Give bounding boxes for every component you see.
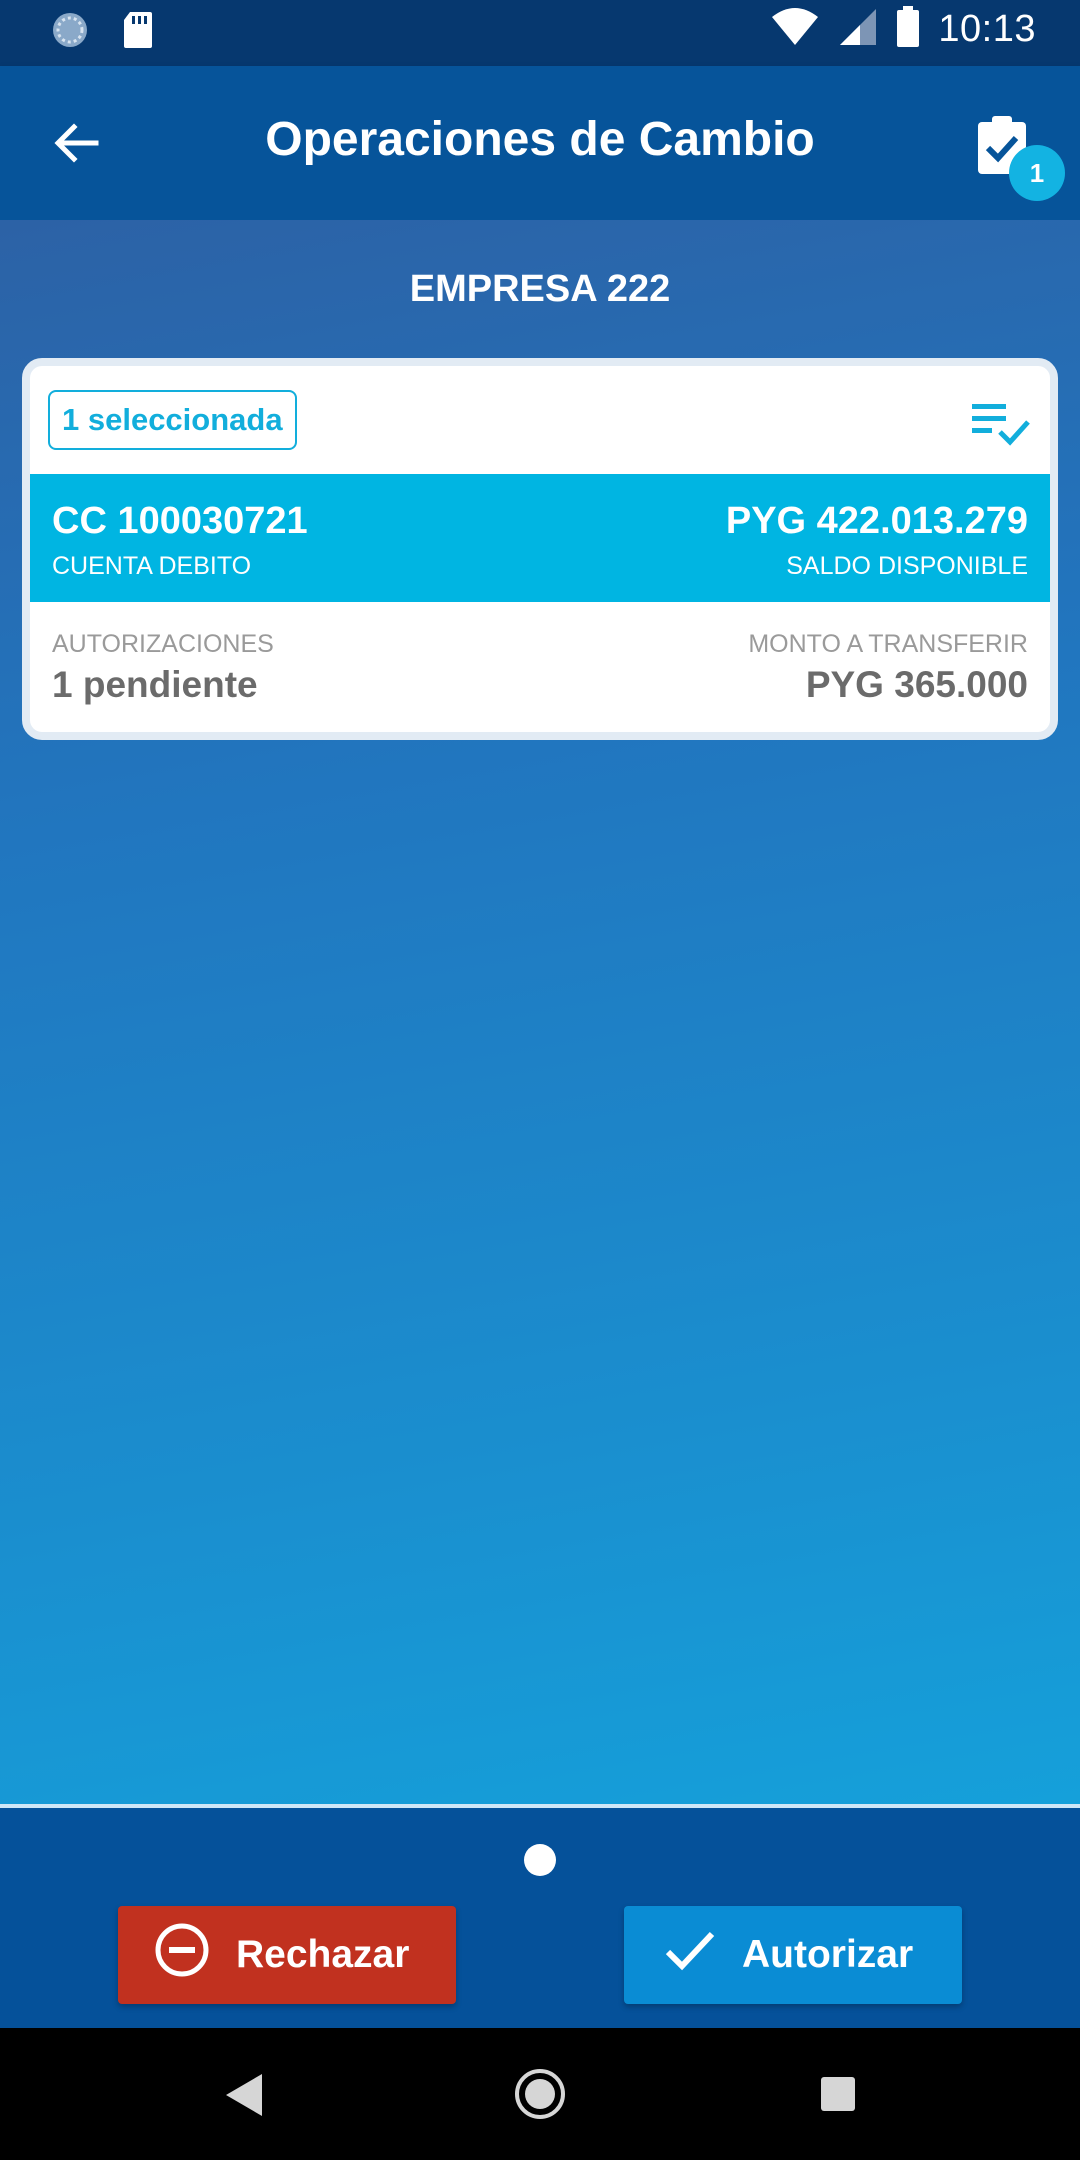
account-number: CC 100030721 bbox=[52, 500, 308, 542]
authorizations-label: AUTORIZACIONES bbox=[52, 630, 274, 658]
transfer-amount-label: MONTO A TRANSFERIR bbox=[748, 630, 1028, 658]
main-content: EMPRESA 222 1 seleccionada CC 100030721 … bbox=[0, 220, 1080, 1804]
nav-recents-button[interactable] bbox=[820, 2076, 856, 2112]
square-recents-icon bbox=[820, 2077, 856, 2116]
app-bar: Operaciones de Cambio 1 bbox=[0, 66, 1080, 220]
sync-icon bbox=[50, 10, 90, 55]
page-title: Operaciones de Cambio bbox=[265, 113, 815, 166]
list-check-icon bbox=[970, 404, 1032, 452]
reject-button-label: Rechazar bbox=[236, 1933, 410, 1976]
authorize-button[interactable]: Autorizar bbox=[624, 1906, 962, 2004]
nav-back-button[interactable] bbox=[222, 2070, 266, 2120]
account-type-label: CUENTA DEBITO bbox=[52, 552, 252, 580]
circle-home-icon bbox=[514, 2069, 566, 2124]
status-bar: 10:13 bbox=[0, 0, 1080, 66]
available-balance: PYG 422.013.279 bbox=[725, 500, 1028, 542]
page-indicator-dot bbox=[524, 1844, 556, 1876]
authorize-button-label: Autorizar bbox=[742, 1933, 914, 1976]
available-balance-label: SALDO DISPONIBLE bbox=[786, 552, 1028, 580]
authorizations-value: 1 pendiente bbox=[52, 664, 258, 705]
status-time: 10:13 bbox=[938, 8, 1036, 50]
battery-icon bbox=[896, 6, 920, 53]
cell-signal-icon bbox=[838, 7, 878, 52]
minus-circle-icon bbox=[154, 1922, 210, 1988]
system-nav-bar bbox=[0, 2028, 1080, 2160]
sd-card-icon bbox=[122, 10, 154, 55]
action-panel: Rechazar Autorizar bbox=[0, 1804, 1080, 2028]
selected-count-chip[interactable]: 1 seleccionada bbox=[48, 390, 297, 450]
triangle-back-icon bbox=[222, 2074, 266, 2124]
wifi-icon bbox=[770, 7, 820, 52]
transfer-amount-value: PYG 365.000 bbox=[805, 664, 1028, 705]
select-all-button[interactable] bbox=[970, 402, 1032, 448]
nav-home-button[interactable] bbox=[514, 2068, 566, 2120]
checkmark-icon bbox=[664, 1928, 716, 1982]
account-summary: CC 100030721 CUENTA DEBITO PYG 422.013.2… bbox=[30, 474, 1050, 602]
operation-card[interactable]: 1 seleccionada CC 100030721 CUENTA DEBIT… bbox=[22, 358, 1058, 740]
reject-button[interactable]: Rechazar bbox=[118, 1906, 456, 2004]
company-name: EMPRESA 222 bbox=[409, 268, 671, 310]
pending-count-badge: 1 bbox=[1009, 145, 1065, 201]
